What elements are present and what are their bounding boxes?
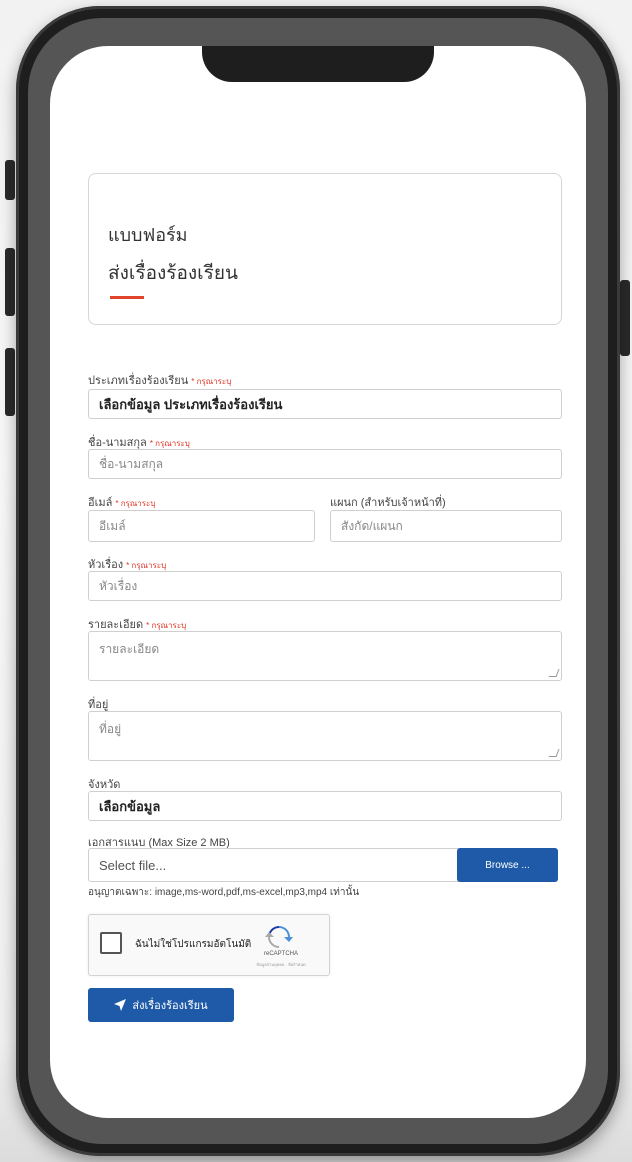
submit-label: ส่งเรื่องร้องเรียน [132,1000,208,1012]
details-placeholder: รายละเอียด [99,642,160,656]
mute-switch [5,160,15,200]
complaint-type-select[interactable]: เลือกข้อมูล ประเภทเรื่องร้องเรียน [88,389,562,419]
form-header-card: แบบฟอร์ม ส่งเรื่องร้องเรียน [88,173,562,325]
recaptcha-brand: reCAPTCHA [263,951,298,957]
details-label-text: รายละเอียด [88,619,144,631]
details-textarea[interactable]: รายละเอียด [88,631,562,681]
send-icon [114,999,127,1011]
recaptcha-label: ฉันไม่ใช่โปรแกรมอัตโนมัติ [135,939,252,950]
fullname-placeholder: ชื่อ-นามสกุล [99,456,164,471]
complaint-type-label: ประเภทเรื่องร้องเรียน * กรุณาระบุ [88,371,231,389]
recaptcha-widget: ฉันไม่ใช่โปรแกรมอัตโนมัติ reCAPTCHA ข้อม… [88,914,330,976]
department-label: แผนก (สำหรับเจ้าหน้าที่) [330,497,446,509]
email-placeholder: อีเมล์ [99,518,126,533]
allowed-types-hint: อนุญาตเฉพาะ: image,ms-word,pdf,ms-excel,… [88,887,360,898]
recaptcha-checkbox[interactable] [100,932,122,954]
department-input[interactable]: สังกัด/แผนก [330,510,562,542]
file-input[interactable]: Select file... [88,848,459,882]
phone-screen: แบบฟอร์ม ส่งเรื่องร้องเรียน ประเภทเรื่อง… [50,46,586,1118]
subject-input[interactable]: หัวเรื่อง [88,571,562,601]
email-label: อีเมล์ * กรุณาระบุ [88,493,155,511]
power-button [620,280,630,356]
email-input[interactable]: อีเมล์ [88,510,315,542]
email-label-text: อีเมล์ [88,497,113,509]
resize-handle[interactable] [548,669,560,677]
form-title-line2: ส่งเรื่องร้องเรียน [108,263,238,284]
browse-button[interactable]: Browse ... [457,848,558,882]
required-marker: * กรุณาระบุ [149,439,190,448]
required-marker: * กรุณาระบุ [146,621,187,630]
department-placeholder: สังกัด/แผนก [341,518,403,533]
required-marker: * กรุณาระบุ [115,499,156,508]
phone-notch [202,46,434,82]
required-marker: * กรุณาระบุ [191,377,232,386]
subject-label-text: หัวเรื่อง [88,559,124,571]
complaint-type-label-text: ประเภทเรื่องร้องเรียน [88,375,189,387]
volume-down-button [5,348,15,416]
fullname-label-text: ชื่อ-นามสกุล [88,437,147,449]
complaint-type-value: เลือกข้อมูล ประเภทเรื่องร้องเรียน [99,396,283,412]
resize-handle[interactable] [548,749,560,757]
recaptcha-icon [265,926,293,948]
province-value: เลือกข้อมูล [99,798,161,814]
address-textarea[interactable]: ที่อยู่ [88,711,562,761]
volume-up-button [5,248,15,316]
phone-frame: แบบฟอร์ม ส่งเรื่องร้องเรียน ประเภทเรื่อง… [16,6,620,1156]
recaptcha-terms[interactable]: ข้อมูลส่วนบุคคล - ข้อกำหนด [241,961,321,968]
fullname-input[interactable]: ชื่อ-นามสกุล [88,449,562,479]
required-marker: * กรุณาระบุ [126,561,167,570]
province-select[interactable]: เลือกข้อมูล [88,791,562,821]
submit-complaint-button[interactable]: ส่งเรื่องร้องเรียน [88,988,234,1022]
title-accent-underline [110,296,144,299]
form-title-line1: แบบฟอร์ม [108,225,188,245]
address-placeholder: ที่อยู่ [99,722,122,736]
file-placeholder: Select file... [99,857,167,873]
subject-placeholder: หัวเรื่อง [99,578,138,593]
